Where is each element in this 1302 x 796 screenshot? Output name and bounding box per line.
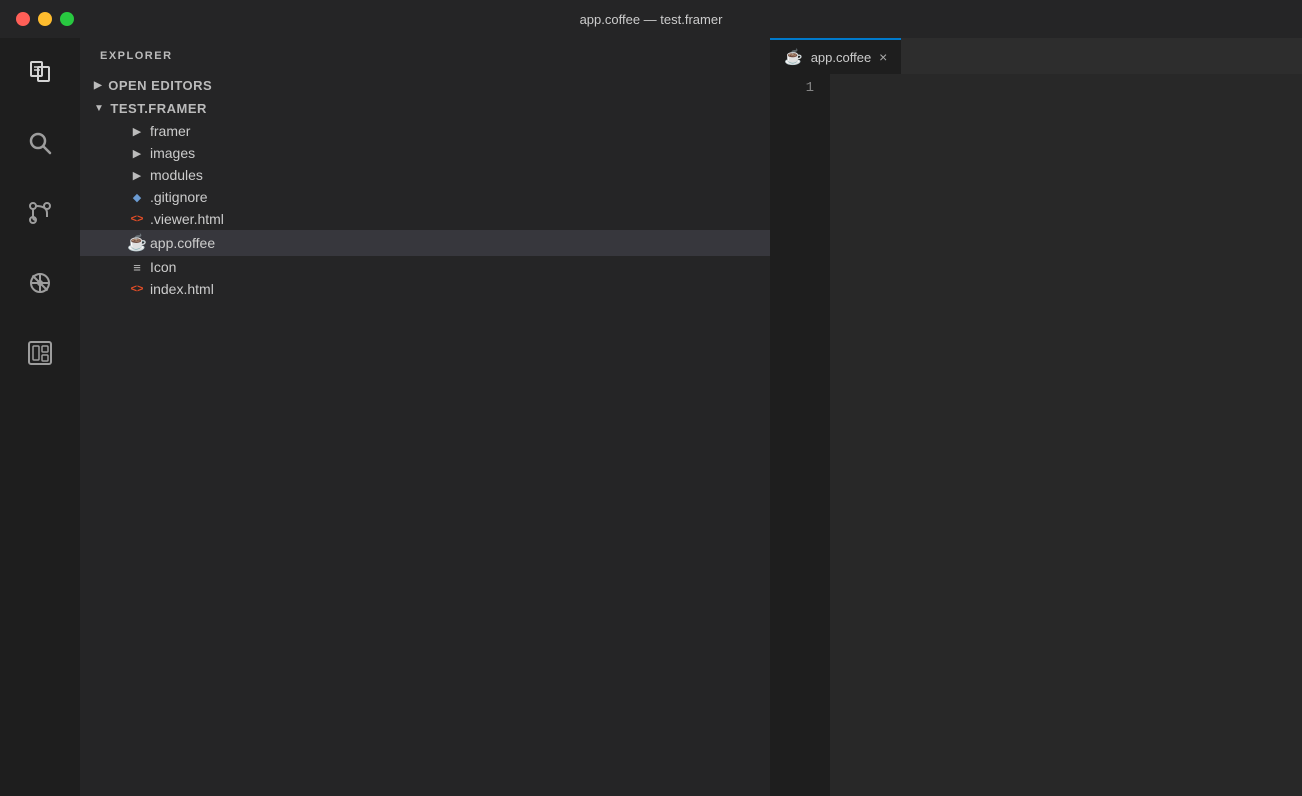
- images-chevron-icon: ▶: [128, 147, 146, 160]
- editor-area: ☕ app.coffee × 1: [770, 38, 1302, 796]
- html-icon: <>: [128, 213, 146, 225]
- folder-images[interactable]: ▶ images: [80, 142, 770, 164]
- files-icon[interactable]: [15, 48, 65, 98]
- cursor-line: [842, 80, 1302, 101]
- main-layout: EXPLORER ▶ OPEN EDITORS ▼ TEST.FRAMER ▶ …: [0, 38, 1302, 796]
- folder-chevron-icon: ▶: [128, 125, 146, 138]
- tab-close-button[interactable]: ×: [879, 49, 887, 65]
- coffee-icon: ☕: [128, 233, 146, 253]
- open-editors-section[interactable]: ▶ OPEN EDITORS: [80, 74, 770, 97]
- app-coffee-label: app.coffee: [150, 235, 215, 251]
- file-gitignore[interactable]: ◆ .gitignore: [80, 186, 770, 208]
- folder-framer[interactable]: ▶ framer: [80, 120, 770, 142]
- file-app-coffee[interactable]: ☕ app.coffee: [80, 230, 770, 256]
- images-label: images: [150, 145, 195, 161]
- viewer-html-label: .viewer.html: [150, 211, 224, 227]
- folder-modules[interactable]: ▶ modules: [80, 164, 770, 186]
- activity-bar: [0, 38, 80, 796]
- close-button[interactable]: [16, 12, 30, 26]
- line-number-1: 1: [770, 80, 814, 96]
- modules-label: modules: [150, 167, 203, 183]
- text-icon: ≡: [128, 260, 146, 275]
- source-control-icon[interactable]: [15, 188, 65, 238]
- line-numbers: 1: [770, 74, 830, 796]
- framer-label: framer: [150, 123, 190, 139]
- search-icon[interactable]: [15, 118, 65, 168]
- code-area[interactable]: [830, 74, 1302, 796]
- test-framer-chevron: ▼: [94, 103, 104, 114]
- tab-coffee-icon: ☕: [784, 48, 803, 66]
- icon-label: Icon: [150, 259, 176, 275]
- test-framer-label: TEST.FRAMER: [110, 101, 207, 116]
- test-framer-section[interactable]: ▼ TEST.FRAMER: [80, 97, 770, 120]
- window-title: app.coffee — test.framer: [580, 12, 723, 27]
- tab-bar: ☕ app.coffee ×: [770, 38, 1302, 74]
- modules-chevron-icon: ▶: [128, 169, 146, 182]
- git-icon: ◆: [128, 191, 146, 204]
- explorer-header: EXPLORER: [80, 38, 770, 74]
- open-editors-chevron: ▶: [94, 80, 102, 91]
- titlebar: app.coffee — test.framer: [0, 0, 1302, 38]
- open-editors-label: OPEN EDITORS: [108, 78, 212, 93]
- extensions-icon[interactable]: [15, 258, 65, 308]
- traffic-lights: [16, 12, 74, 26]
- tab-app-coffee[interactable]: ☕ app.coffee ×: [770, 38, 901, 74]
- file-index-html[interactable]: <> index.html: [80, 278, 770, 300]
- index-html-label: index.html: [150, 281, 214, 297]
- html2-icon: <>: [128, 283, 146, 295]
- sidebar: EXPLORER ▶ OPEN EDITORS ▼ TEST.FRAMER ▶ …: [80, 38, 770, 796]
- gitignore-label: .gitignore: [150, 189, 208, 205]
- editor-content: 1: [770, 74, 1302, 796]
- maximize-button[interactable]: [60, 12, 74, 26]
- file-viewer-html[interactable]: <> .viewer.html: [80, 208, 770, 230]
- tab-label: app.coffee: [811, 50, 871, 65]
- file-icon[interactable]: ≡ Icon: [80, 256, 770, 278]
- layout-icon[interactable]: [15, 328, 65, 378]
- minimize-button[interactable]: [38, 12, 52, 26]
